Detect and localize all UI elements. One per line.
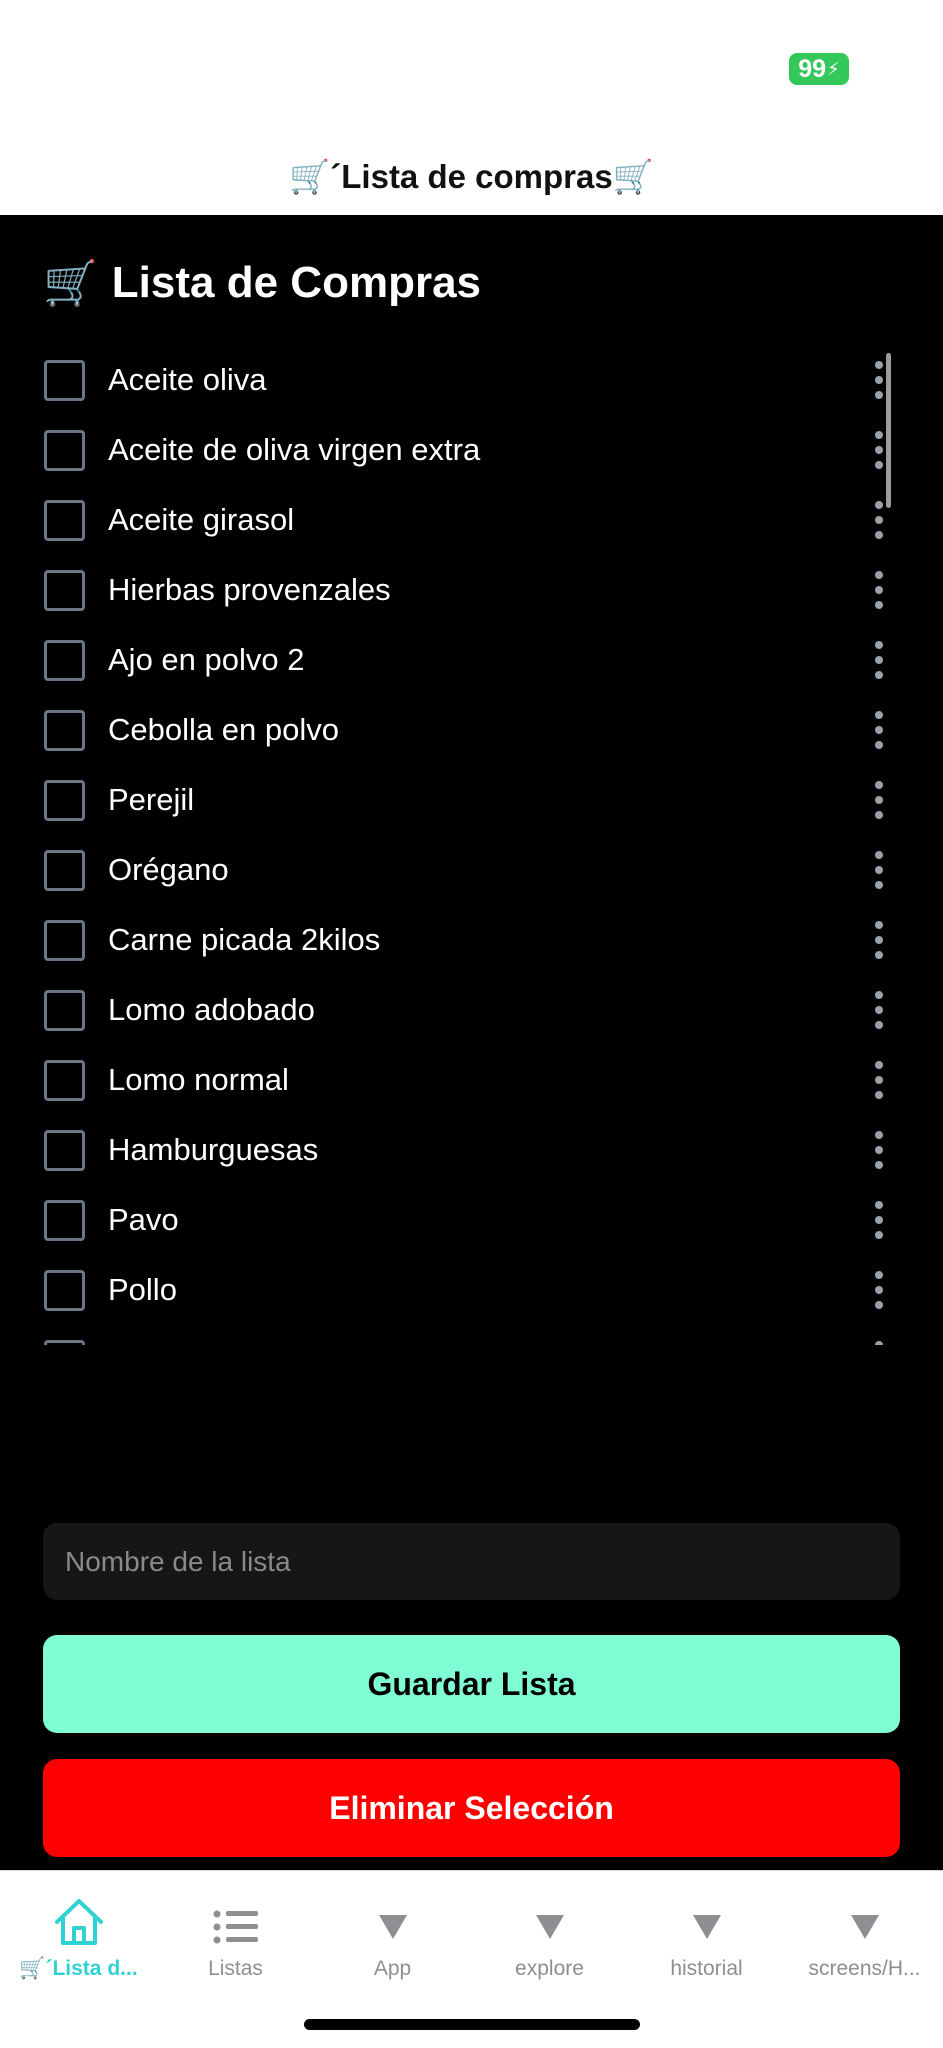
- nav-header: 🛒´Lista de compras🛒: [0, 140, 943, 215]
- tab-listas[interactable]: Listas: [157, 1871, 314, 1981]
- home-icon: [52, 1885, 106, 1947]
- delete-selection-label: Eliminar Selección: [329, 1789, 614, 1826]
- list-item[interactable]: Cebolla en polvo: [0, 695, 943, 765]
- list-item[interactable]: Perejil: [0, 765, 943, 835]
- save-list-label: Guardar Lista: [367, 1665, 576, 1702]
- tab-explore[interactable]: explore: [471, 1871, 628, 1981]
- item-checkbox[interactable]: [44, 919, 85, 961]
- main-content: 🛒 Lista de Compras Aceite oliva Aceite de…: [0, 215, 943, 1870]
- delete-selection-button[interactable]: Eliminar Selección: [43, 1759, 900, 1857]
- list-item[interactable]: Ajo en polvo 2: [0, 625, 943, 695]
- tab-label: 🛒´Lista d...: [19, 1957, 138, 1980]
- nav-title: 🛒´Lista de compras🛒: [289, 158, 654, 195]
- item-checkbox[interactable]: [44, 709, 85, 751]
- tab-app[interactable]: App: [314, 1871, 471, 1981]
- tab-label: Listas: [208, 1957, 263, 1980]
- shopping-cart-icon: 🛒: [43, 259, 98, 308]
- more-options-icon[interactable]: [868, 638, 890, 682]
- list-icon: [212, 1885, 260, 1947]
- battery-indicator: 99 ⚡: [789, 53, 849, 85]
- item-checkbox[interactable]: [44, 359, 85, 401]
- list-item[interactable]: Aceite girasol: [0, 485, 943, 555]
- list-item[interactable]: Carne picada 2kilos: [0, 905, 943, 975]
- list-item[interactable]: Queso: [0, 1325, 943, 1345]
- item-checkbox[interactable]: [44, 639, 85, 681]
- list-item[interactable]: Hamburguesas: [0, 1115, 943, 1185]
- more-options-icon[interactable]: [868, 1338, 890, 1345]
- item-checkbox[interactable]: [44, 569, 85, 611]
- more-options-icon[interactable]: [868, 568, 890, 612]
- triangle-icon: [378, 1915, 407, 1939]
- list-item[interactable]: Lomo normal: [0, 1045, 943, 1115]
- more-options-icon[interactable]: [868, 1128, 890, 1172]
- item-checkbox[interactable]: [44, 989, 85, 1031]
- tab-label: screens/H...: [808, 1957, 921, 1980]
- item-checkbox[interactable]: [44, 1339, 85, 1345]
- item-label: Pollo: [108, 1272, 177, 1307]
- item-checkbox[interactable]: [44, 429, 85, 471]
- tab-historial[interactable]: historial: [628, 1871, 785, 1981]
- item-label: Perejil: [108, 782, 195, 817]
- list-item[interactable]: Aceite oliva: [0, 345, 943, 415]
- tab-screens[interactable]: screens/H...: [786, 1871, 943, 1981]
- item-checkbox[interactable]: [44, 1199, 85, 1241]
- item-checkbox[interactable]: [44, 499, 85, 541]
- item-checkbox[interactable]: [44, 1059, 85, 1101]
- triangle-icon: [535, 1915, 564, 1939]
- item-label: Hierbas provenzales: [108, 572, 391, 607]
- item-label: Aceite de oliva virgen extra: [108, 432, 481, 467]
- more-options-icon[interactable]: [868, 778, 890, 822]
- home-indicator: [304, 2019, 640, 2030]
- item-label: Lomo adobado: [108, 992, 315, 1027]
- list-item[interactable]: Orégano: [0, 835, 943, 905]
- tab-label: historial: [670, 1957, 743, 1980]
- item-label: Queso: [108, 1342, 199, 1345]
- item-checkbox[interactable]: [44, 779, 85, 821]
- more-options-icon[interactable]: [868, 1058, 890, 1102]
- scrollbar[interactable]: [886, 353, 891, 508]
- item-checkbox[interactable]: [44, 1129, 85, 1171]
- tab-label: App: [373, 1957, 412, 1980]
- item-label: Aceite oliva: [108, 362, 267, 397]
- list-item[interactable]: Pollo: [0, 1255, 943, 1325]
- item-label: Cebolla en polvo: [108, 712, 339, 747]
- tab-lista[interactable]: 🛒´Lista d...: [0, 1871, 157, 1981]
- triangle-icon: [692, 1915, 721, 1939]
- more-options-icon[interactable]: [868, 988, 890, 1032]
- page-title-text: Lista de Compras: [111, 258, 482, 307]
- item-label: Carne picada 2kilos: [108, 922, 381, 957]
- item-label: Pavo: [108, 1202, 179, 1237]
- list-name-input[interactable]: [43, 1523, 900, 1600]
- list-item[interactable]: Pavo: [0, 1185, 943, 1255]
- charging-bolt-icon: ⚡: [827, 59, 840, 79]
- shopping-list[interactable]: Aceite oliva Aceite de oliva virgen extra…: [0, 345, 943, 1345]
- save-list-button[interactable]: Guardar Lista: [43, 1635, 900, 1733]
- item-label: Aceite girasol: [108, 502, 295, 537]
- status-bar: 99 ⚡: [0, 0, 943, 140]
- tab-label: explore: [515, 1957, 584, 1980]
- item-checkbox[interactable]: [44, 849, 85, 891]
- more-options-icon[interactable]: [868, 848, 890, 892]
- item-label: Orégano: [108, 852, 229, 887]
- more-options-icon[interactable]: [868, 1268, 890, 1312]
- item-label: Ajo en polvo 2: [108, 642, 305, 677]
- item-label: Lomo normal: [108, 1062, 289, 1097]
- more-options-icon[interactable]: [868, 918, 890, 962]
- item-label: Hamburguesas: [108, 1132, 319, 1167]
- list-item[interactable]: Hierbas provenzales: [0, 555, 943, 625]
- page-title: 🛒 Lista de Compras: [43, 257, 481, 309]
- list-item[interactable]: Aceite de oliva virgen extra: [0, 415, 943, 485]
- battery-level: 99: [798, 55, 827, 83]
- more-options-icon[interactable]: [868, 1198, 890, 1242]
- triangle-icon: [850, 1915, 879, 1939]
- item-checkbox[interactable]: [44, 1269, 85, 1311]
- more-options-icon[interactable]: [868, 708, 890, 752]
- list-item[interactable]: Lomo adobado: [0, 975, 943, 1045]
